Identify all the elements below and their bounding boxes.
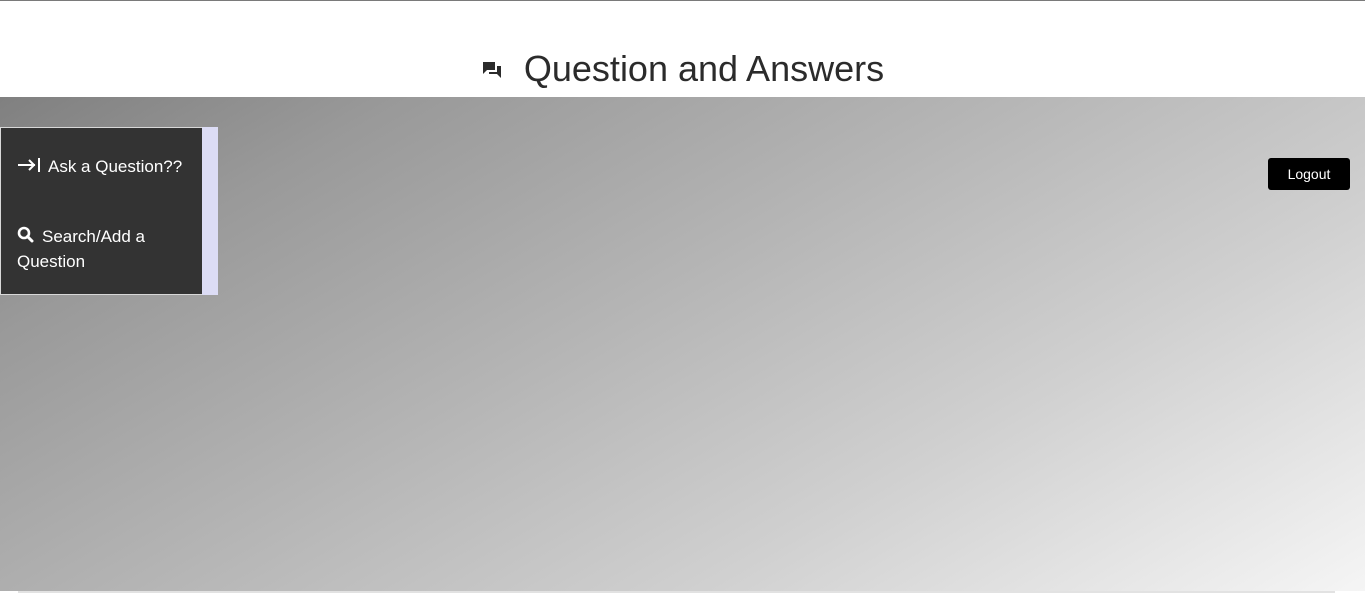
sidebar-edge	[202, 127, 218, 295]
page-header: Question and Answers	[0, 1, 1365, 97]
search-icon	[17, 226, 35, 250]
sidebar: Ask a Question?? Search/Add a Question	[0, 127, 202, 295]
sidebar-item-ask-question[interactable]: Ask a Question??	[17, 155, 197, 180]
sidebar-item-search-add-question[interactable]: Search/Add a Question	[17, 225, 197, 274]
sidebar-item-label: Ask a Question??	[48, 157, 183, 176]
page-title-group: Question and Answers	[0, 47, 1365, 91]
page-title: Question and Answers	[523, 48, 885, 89]
arrow-to-right-icon	[17, 156, 41, 180]
main-content: Ask a Question?? Search/Add a Question L…	[0, 97, 1365, 591]
chat-bubbles-icon	[481, 59, 503, 81]
logout-button[interactable]: Logout	[1268, 158, 1350, 190]
sidebar-item-label: Search/Add a Question	[17, 227, 146, 271]
